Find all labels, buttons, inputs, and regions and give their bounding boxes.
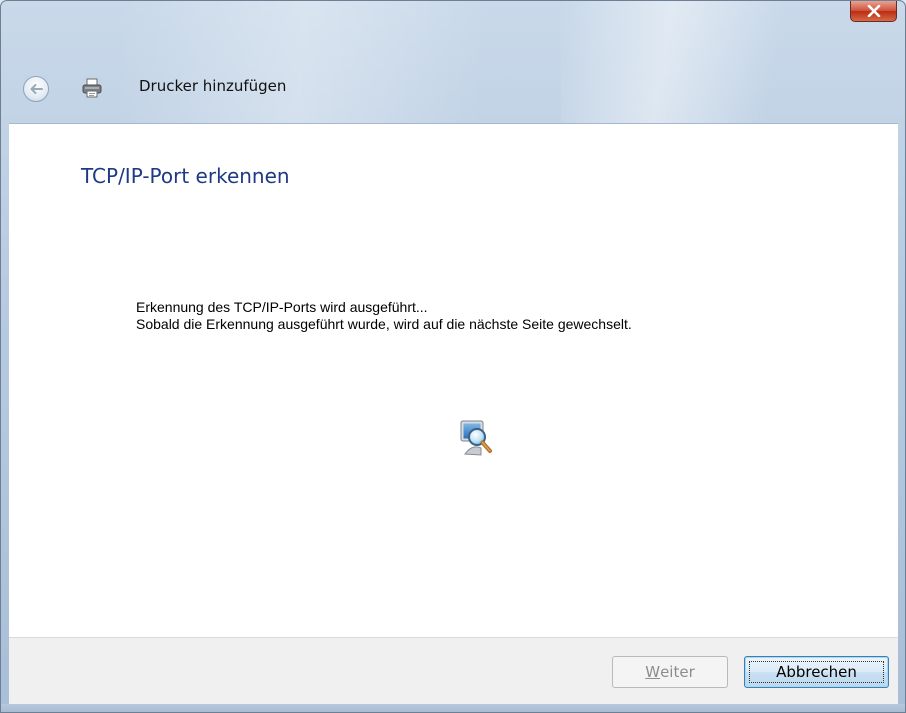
back-button[interactable] bbox=[23, 76, 49, 102]
close-button[interactable] bbox=[850, 1, 897, 22]
search-computer-icon bbox=[457, 418, 497, 458]
page-heading: TCP/IP-Port erkennen bbox=[81, 164, 290, 188]
add-printer-window: Drucker hinzufügen TCP/IP-Port erkennen … bbox=[0, 0, 906, 713]
title-bar: Drucker hinzufügen bbox=[1, 61, 905, 121]
next-label: eiter bbox=[660, 663, 695, 681]
focus-rectangle bbox=[749, 661, 884, 683]
cancel-button[interactable]: Abbrechen bbox=[744, 656, 889, 688]
window-title: Drucker hinzufügen bbox=[139, 77, 287, 95]
next-accelerator: W bbox=[645, 663, 661, 681]
next-button[interactable]: Weiter bbox=[612, 656, 728, 688]
wizard-content: TCP/IP-Port erkennen Erkennung des TCP/I… bbox=[9, 123, 898, 638]
status-message: Erkennung des TCP/IP-Ports wird ausgefüh… bbox=[136, 299, 632, 333]
wizard-footer: Weiter Abbrechen bbox=[9, 637, 898, 705]
back-arrow-icon bbox=[30, 84, 43, 94]
status-message-line1: Erkennung des TCP/IP-Ports wird ausgefüh… bbox=[136, 299, 428, 315]
window-bottom-frame bbox=[1, 704, 905, 712]
printer-icon bbox=[81, 77, 103, 99]
close-icon bbox=[867, 5, 880, 17]
status-message-line2: Sobald die Erkennung ausgeführt wurde, w… bbox=[136, 316, 632, 332]
